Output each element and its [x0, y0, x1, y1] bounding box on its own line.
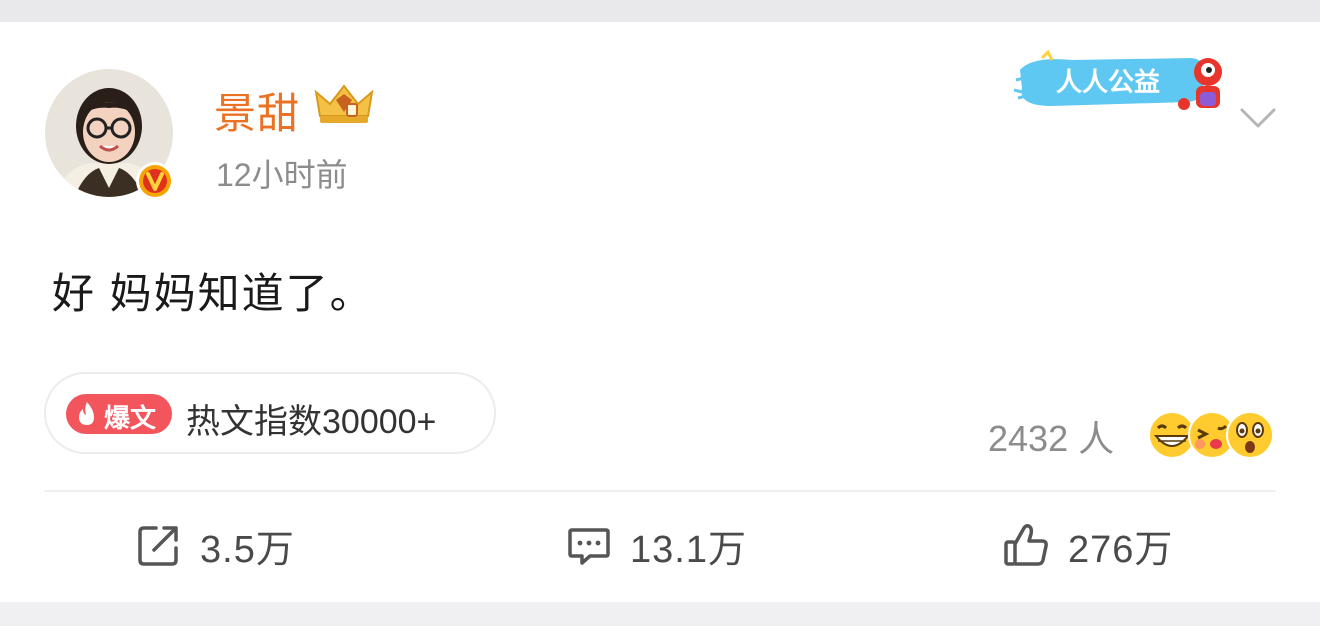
screen-frame: 景甜 12小时前 人人公益 好 妈妈知道了。 爆文 热文指数30000+ 243…	[0, 0, 1320, 626]
comment-icon	[566, 522, 612, 568]
post-card: 景甜 12小时前 人人公益 好 妈妈知道了。 爆文 热文指数30000+ 243…	[0, 22, 1320, 602]
thumbs-up-icon	[1002, 522, 1050, 568]
post-content: 好 妈妈知道了。	[52, 270, 374, 317]
chevron-down-icon[interactable]	[1236, 102, 1280, 136]
bottom-strip	[0, 602, 1320, 626]
hot-article-pill[interactable]: 爆文 热文指数30000+	[44, 372, 496, 454]
hot-tag: 爆文	[66, 394, 172, 434]
hot-tag-label: 爆文	[104, 403, 157, 433]
like-button[interactable]: 276万	[1002, 520, 1174, 571]
surprised-emoji-icon	[1226, 411, 1274, 459]
share-button[interactable]: 3.5万	[136, 520, 295, 571]
crown-icon[interactable]	[314, 82, 374, 126]
post-time: 12小时前	[216, 157, 348, 193]
reaction-count[interactable]: 2432 人	[988, 410, 1114, 462]
reaction-emojis[interactable]	[1146, 410, 1276, 460]
public-welfare-badge[interactable]: 人人公益	[1012, 49, 1232, 120]
share-count: 3.5万	[200, 528, 295, 571]
verified-v-icon	[134, 160, 176, 202]
author-name[interactable]: 景甜	[214, 80, 300, 141]
flame-icon	[74, 400, 100, 428]
like-count: 276万	[1068, 528, 1174, 571]
comment-count: 13.1万	[630, 528, 747, 571]
public-welfare-text: 人人公益	[1056, 68, 1160, 98]
hot-index-text: 热文指数30000+	[186, 403, 437, 441]
divider	[44, 490, 1276, 492]
share-icon	[136, 522, 182, 568]
comment-button[interactable]: 13.1万	[566, 520, 747, 571]
